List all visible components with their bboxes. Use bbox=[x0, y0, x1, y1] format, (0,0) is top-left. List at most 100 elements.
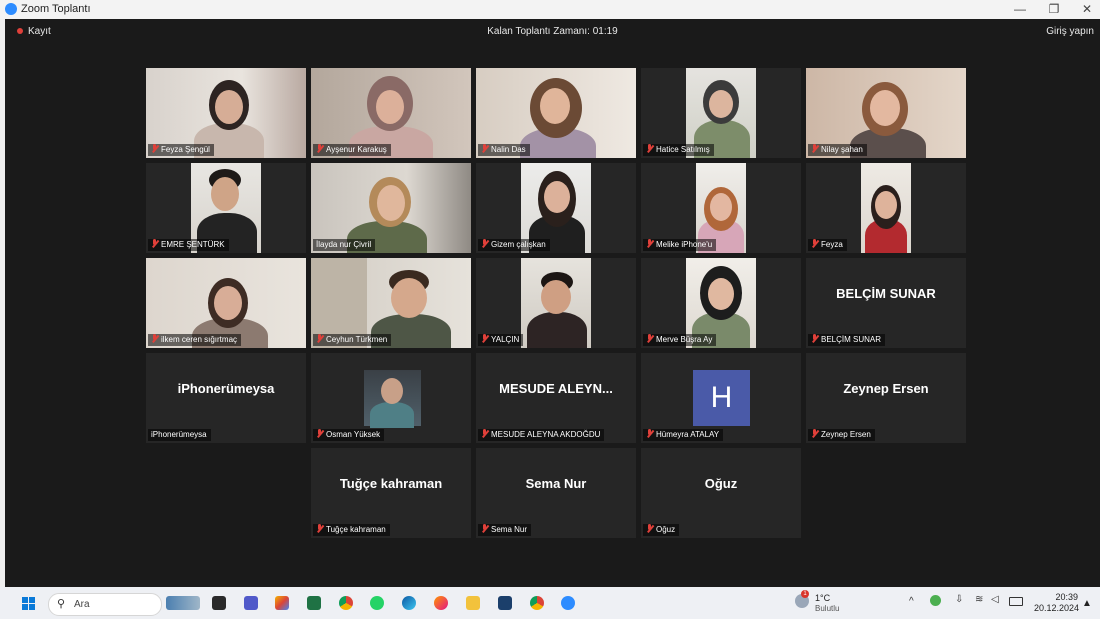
participant-tile[interactable]: Oğuz Oğuz bbox=[641, 448, 801, 538]
chrome-icon[interactable] bbox=[339, 596, 353, 610]
clock-date[interactable]: 20.12.2024 bbox=[1034, 603, 1079, 613]
participant-tile[interactable]: Ceyhun Türkmen bbox=[311, 258, 471, 348]
participant-tile[interactable]: Feyza Şengül bbox=[146, 68, 306, 158]
mic-muted-icon bbox=[811, 429, 818, 438]
speaker-icon[interactable]: ◁ bbox=[991, 594, 999, 605]
battery-icon[interactable] bbox=[1009, 597, 1023, 606]
participant-tile[interactable]: iPhonerümeysa iPhonerümeysa bbox=[146, 353, 306, 443]
participant-name: Nalin Das bbox=[478, 144, 530, 156]
windows-start-icon[interactable] bbox=[22, 597, 35, 610]
participant-name: ilkem ceren sığırtmaç bbox=[148, 334, 242, 346]
usb-icon[interactable]: ⇩ bbox=[955, 594, 963, 605]
mic-muted-icon bbox=[481, 239, 488, 248]
participant-tile[interactable]: Zeynep Ersen Zeynep Ersen bbox=[806, 353, 966, 443]
participant-name: Zeynep Ersen bbox=[808, 429, 875, 441]
participant-tile[interactable]: MESUDE ALEYN... MESUDE ALEYNA AKDOĞDU bbox=[476, 353, 636, 443]
participant-tile[interactable]: YALÇIN bbox=[476, 258, 636, 348]
gallery-view: Feyza Şengül Ayşenur Karakuş Nalin Das H… bbox=[5, 44, 1100, 587]
participant-tile[interactable]: Melike iPhone'u bbox=[641, 163, 801, 253]
excel-icon[interactable] bbox=[307, 596, 321, 610]
participant-name: Feyza bbox=[808, 239, 847, 251]
participant-tile[interactable]: Tuğçe kahraman Tuğçe kahraman bbox=[311, 448, 471, 538]
mic-muted-icon bbox=[151, 144, 158, 153]
weather-temperature: 1°C bbox=[815, 593, 831, 603]
participant-name: iPhonerümeysa bbox=[148, 429, 211, 441]
participant-name: BELÇİM SUNAR bbox=[808, 334, 886, 346]
participant-tile-active-speaker[interactable]: İlayda nur Çivril bbox=[311, 163, 471, 253]
mic-muted-icon bbox=[646, 239, 653, 248]
participant-tile[interactable]: BELÇİM SUNAR BELÇİM SUNAR bbox=[806, 258, 966, 348]
initial-avatar: H bbox=[693, 370, 750, 426]
participant-display-name: BELÇİM SUNAR bbox=[836, 286, 936, 301]
participant-tile[interactable]: ilkem ceren sığırtmaç bbox=[146, 258, 306, 348]
task-view-icon[interactable] bbox=[212, 596, 226, 610]
participant-name: Melike iPhone'u bbox=[643, 239, 717, 251]
mic-muted-icon bbox=[811, 239, 818, 248]
restore-button[interactable]: ❐ bbox=[1044, 2, 1064, 16]
participant-name: Ceyhun Türkmen bbox=[313, 334, 392, 346]
notification-bell-icon[interactable]: ▲ bbox=[1082, 598, 1092, 609]
participant-tile[interactable]: EMRE ŞENTÜRK bbox=[146, 163, 306, 253]
weather-condition: Bulutlu bbox=[815, 604, 840, 613]
participant-tile[interactable]: Sema Nur Sema Nur bbox=[476, 448, 636, 538]
window-title: Zoom Toplantı bbox=[21, 3, 91, 15]
mic-muted-icon bbox=[151, 239, 158, 248]
zoom-icon[interactable] bbox=[561, 596, 575, 610]
mic-muted-icon bbox=[316, 334, 323, 343]
whatsapp-icon[interactable] bbox=[370, 596, 384, 610]
participant-display-name: Oğuz bbox=[704, 476, 738, 491]
participant-tile[interactable]: Gizem çalışkan bbox=[476, 163, 636, 253]
zoom-logo-icon bbox=[5, 3, 17, 15]
participant-tile[interactable]: H Hümeyra ATALAY bbox=[641, 353, 801, 443]
window-titlebar: Zoom Toplantı — ❐ ✕ bbox=[0, 0, 1100, 19]
participant-display-name: Sema Nur bbox=[525, 476, 587, 491]
participant-tile[interactable]: Osman Yüksek bbox=[311, 353, 471, 443]
edge-icon[interactable] bbox=[402, 596, 416, 610]
mic-muted-icon bbox=[316, 524, 323, 533]
minimize-button[interactable]: — bbox=[1010, 2, 1030, 16]
participant-name: Osman Yüksek bbox=[313, 429, 385, 441]
participant-tile[interactable]: Hatice Satılmış bbox=[641, 68, 801, 158]
participant-name: Tuğçe kahraman bbox=[313, 524, 390, 536]
mic-muted-icon bbox=[481, 524, 488, 533]
mic-muted-icon bbox=[151, 334, 158, 343]
chevron-up-icon[interactable]: ^ bbox=[909, 596, 914, 607]
video-feed bbox=[521, 258, 591, 348]
chrome-profile-icon[interactable] bbox=[530, 596, 544, 610]
participant-tile[interactable]: Feyza bbox=[806, 163, 966, 253]
store-icon[interactable] bbox=[498, 596, 512, 610]
participant-name: Gizem çalışkan bbox=[478, 239, 550, 251]
file-explorer-icon[interactable] bbox=[466, 596, 480, 610]
video-feed bbox=[861, 163, 911, 253]
mic-muted-icon bbox=[811, 144, 818, 153]
mic-muted-icon bbox=[316, 429, 323, 438]
app-icon[interactable] bbox=[275, 596, 289, 610]
participant-name: Nilay şahan bbox=[808, 144, 867, 156]
participant-tile[interactable]: Nalin Das bbox=[476, 68, 636, 158]
mic-muted-icon bbox=[481, 144, 488, 153]
sync-icon[interactable] bbox=[930, 595, 941, 606]
close-button[interactable]: ✕ bbox=[1077, 2, 1097, 16]
participant-display-name: MESUDE ALEYN... bbox=[499, 381, 613, 396]
meeting-timer: Kalan Toplantı Zamanı: 01:19 bbox=[487, 26, 618, 37]
participant-tile[interactable]: Nilay şahan bbox=[806, 68, 966, 158]
participant-name: Merve Büşra Ay bbox=[643, 334, 717, 346]
mic-muted-icon bbox=[481, 429, 488, 438]
sign-in-link[interactable]: Giriş yapın bbox=[1046, 26, 1094, 37]
participant-tile[interactable]: Ayşenur Karakuş bbox=[311, 68, 471, 158]
profile-photo bbox=[364, 370, 421, 428]
mic-muted-icon bbox=[811, 334, 818, 343]
wifi-icon[interactable]: ≋ bbox=[975, 594, 983, 605]
meeting-top-bar: Kayıt Kalan Toplantı Zamanı: 01:19 Giriş… bbox=[5, 19, 1100, 44]
widgets-icon[interactable] bbox=[166, 596, 200, 610]
participant-name: Ayşenur Karakuş bbox=[313, 144, 391, 156]
teams-icon[interactable] bbox=[244, 596, 258, 610]
mic-muted-icon bbox=[646, 334, 653, 343]
clock-time[interactable]: 20:39 bbox=[1040, 592, 1078, 602]
firefox-icon[interactable] bbox=[434, 596, 448, 610]
participant-name: İlayda nur Çivril bbox=[313, 239, 376, 251]
participant-tile[interactable]: Merve Büşra Ay bbox=[641, 258, 801, 348]
taskbar-search[interactable]: ⚲ Ara bbox=[48, 593, 162, 616]
search-placeholder: Ara bbox=[74, 599, 90, 610]
participant-name: YALÇIN bbox=[478, 334, 524, 346]
